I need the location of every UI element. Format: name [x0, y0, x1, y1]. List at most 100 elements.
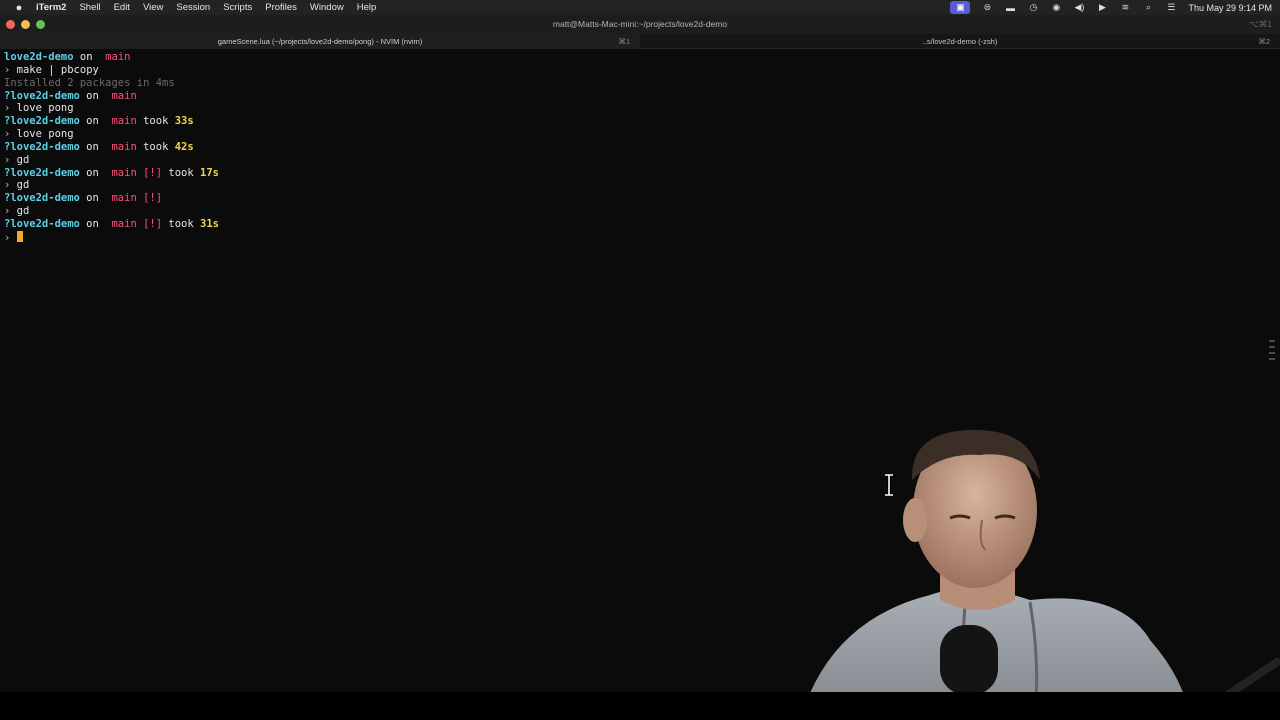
terminal-command-line: › gd	[4, 205, 1268, 218]
screen-record-icon[interactable]: ▣	[950, 1, 971, 14]
prompt-took: took	[162, 217, 201, 230]
terminal-command-line: › make | pbcopy	[4, 64, 1268, 77]
wifi-icon[interactable]: ≋	[1119, 2, 1131, 13]
tab-label: gameScene.lua (~/projects/love2d-demo/po…	[217, 37, 423, 46]
prompt-on: on	[79, 115, 106, 128]
prompt-branch: main	[111, 192, 137, 205]
menu-session[interactable]: Session	[176, 2, 210, 13]
scrollbar[interactable]	[1269, 340, 1275, 372]
tab-shortcut: ⌘2	[1258, 37, 1270, 46]
menu-view[interactable]: View	[143, 2, 163, 13]
scrollbar-grip	[1269, 358, 1275, 360]
status-area: ▣ ⊜ ▬ ◷ ◉ ◀) ▶ ≋ ⌕ ☰ Thu May 29 9:14 PM	[950, 0, 1272, 15]
prompt-symbol: ›	[4, 205, 17, 218]
terminal-prompt-line: ?love2d-demo on main took 42s	[4, 141, 1268, 154]
menubar-clock[interactable]: Thu May 29 9:14 PM	[1188, 3, 1272, 13]
bottom-edge	[0, 692, 1280, 720]
menu-scripts[interactable]: Scripts	[223, 2, 252, 13]
prompt-directory: ?love2d-demo	[4, 115, 80, 128]
window-manager-icon[interactable]: ▬	[1004, 3, 1016, 13]
prompt-directory: ?love2d-demo	[4, 217, 80, 230]
terminal-cursor	[16, 230, 23, 242]
prompt-took: took	[162, 166, 201, 179]
menu-profiles[interactable]: Profiles	[265, 2, 297, 13]
prompt-branch: main	[111, 115, 137, 128]
terminal-command-line: › love pong	[4, 102, 1268, 115]
command-text: gd	[16, 153, 30, 166]
prompt-symbol: ›	[4, 102, 17, 115]
search-icon[interactable]: ⌕	[1142, 2, 1154, 13]
prompt-symbol: ›	[4, 63, 17, 76]
menu-bar: ● iTerm2 Shell Edit View Session Scripts…	[0, 0, 1280, 15]
menu-help[interactable]: Help	[357, 2, 377, 13]
command-text: make | pbcopy	[16, 63, 99, 76]
prompt-branch: main	[111, 166, 137, 179]
tab-nvim[interactable]: gameScene.lua (~/projects/love2d-demo/po…	[0, 34, 640, 49]
prompt-directory: ?love2d-demo	[4, 140, 80, 153]
prompt-symbol: ›	[4, 128, 17, 141]
prompt-branch: main	[111, 89, 137, 102]
clock-status-icon[interactable]: ◷	[1027, 2, 1039, 13]
dictionary-icon[interactable]: ⊜	[981, 2, 993, 13]
prompt-git-status: [!]	[136, 192, 163, 205]
prompt-on: on	[79, 166, 106, 179]
prompt-on: on	[79, 140, 106, 153]
scrollbar-grip	[1269, 340, 1275, 342]
command-output: Installed 2 packages in 4ms	[4, 76, 175, 89]
prompt-git-status: [!]	[136, 166, 163, 179]
prompt-symbol: ›	[4, 179, 17, 192]
window-title-bar[interactable]: matt@Matts-Mac-mini:~/projects/love2d-de…	[0, 15, 1280, 34]
prompt-duration: 42s	[174, 140, 194, 153]
menu-shell[interactable]: Shell	[79, 2, 100, 13]
volume-icon[interactable]: ◀)	[1073, 2, 1085, 13]
prompt-on: on	[79, 89, 106, 102]
command-text: love pong	[16, 102, 74, 115]
prompt-symbol: ›	[4, 231, 17, 244]
tab-zsh[interactable]: ..s/love2d-demo (-zsh) ⌘2	[640, 34, 1280, 49]
prompt-symbol: ›	[4, 153, 17, 166]
control-center-icon[interactable]: ☰	[1165, 2, 1177, 13]
terminal-prompt-line: ?love2d-demo on main [!]	[4, 192, 1268, 205]
scrollbar-grip	[1269, 346, 1275, 348]
command-text: gd	[16, 205, 30, 218]
prompt-duration: 33s	[174, 115, 194, 128]
webcam-overlay	[800, 430, 1280, 720]
menu-window[interactable]: Window	[310, 2, 344, 13]
app-menu[interactable]: iTerm2	[36, 2, 66, 13]
terminal-prompt-line: ?love2d-demo on main [!] took 31s	[4, 218, 1268, 231]
terminal-prompt-line: ?love2d-demo on main took 33s	[4, 115, 1268, 128]
window-title: matt@Matts-Mac-mini:~/projects/love2d-de…	[552, 19, 728, 29]
prompt-directory: love2d-demo	[4, 51, 74, 63]
scrollbar-grip	[1269, 352, 1275, 354]
prompt-on: on	[73, 51, 99, 63]
prompt-directory: ?love2d-demo	[4, 192, 80, 205]
tab-shortcut: ⌘1	[618, 37, 630, 46]
terminal-command-line: › gd	[4, 179, 1268, 192]
prompt-branch: main	[111, 140, 137, 153]
gauge-icon[interactable]: ◉	[1050, 2, 1062, 13]
prompt-branch: main	[111, 217, 137, 230]
tab-bar: gameScene.lua (~/projects/love2d-demo/po…	[0, 34, 1280, 49]
prompt-git-status: [!]	[136, 217, 163, 230]
command-text: gd	[16, 179, 30, 192]
prompt-took: took	[136, 140, 175, 153]
terminal-input-line[interactable]: ›	[4, 230, 1268, 244]
terminal-command-line: › love pong	[4, 128, 1268, 141]
prompt-duration: 17s	[200, 166, 219, 179]
prompt-directory: ?love2d-demo	[4, 89, 80, 102]
prompt-duration: 31s	[200, 217, 219, 230]
command-text: love pong	[16, 128, 74, 141]
play-icon[interactable]: ▶	[1096, 2, 1108, 13]
prompt-took: took	[136, 115, 175, 128]
terminal-output-line: Installed 2 packages in 4ms	[4, 77, 1268, 90]
terminal-command-line: › gd	[4, 154, 1268, 167]
prompt-on: on	[79, 192, 106, 205]
apple-menu-icon[interactable]: ●	[12, 2, 26, 14]
window-shortcut: ⌥⌘1	[1248, 19, 1272, 29]
menu-edit[interactable]: Edit	[114, 2, 130, 13]
tab-label: ..s/love2d-demo (-zsh)	[922, 37, 998, 46]
prompt-branch: main	[105, 51, 131, 63]
prompt-on: on	[79, 217, 106, 230]
terminal-prompt-line: ?love2d-demo on main [!] took 17s	[4, 167, 1268, 180]
terminal-prompt-line: love2d-demo on main	[4, 51, 1268, 64]
